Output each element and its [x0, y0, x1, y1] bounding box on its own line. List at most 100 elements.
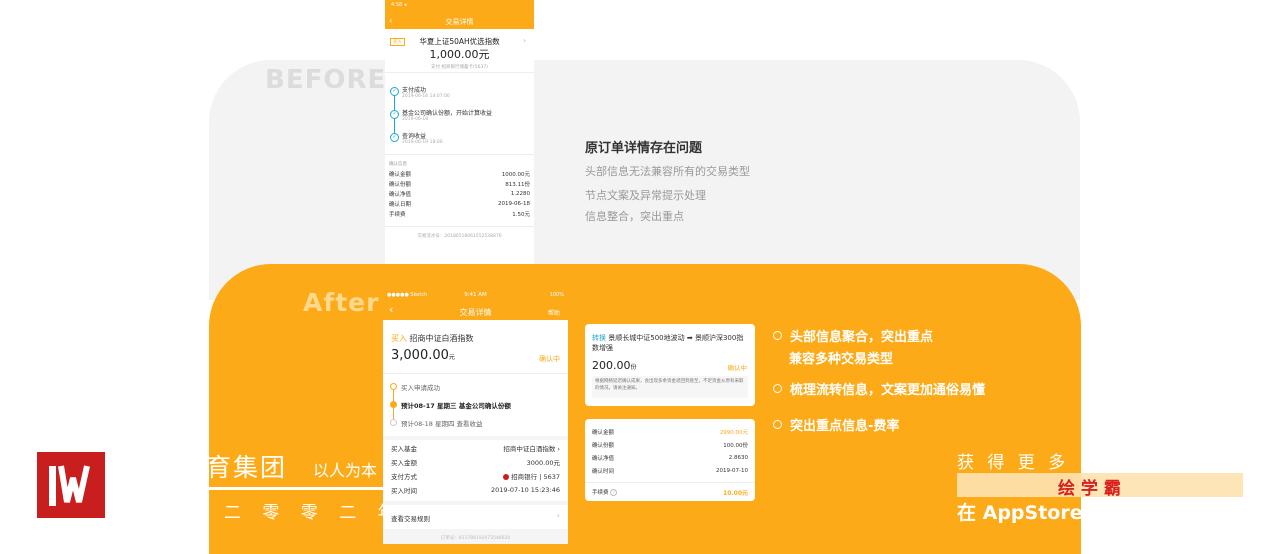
after-point-text-2: 兼容多种交易类型	[789, 352, 894, 367]
status-badge: 确认中	[539, 355, 560, 363]
after-phone: ●●●●● Sketch 9:41 AM 100% ‹ 交易详情 帮助 买入 招…	[383, 291, 568, 544]
conversion-from: 景顺长城中证500地波动	[608, 334, 685, 342]
info-key: 确认份额	[592, 442, 615, 449]
ring-icon	[773, 384, 782, 393]
trade-info-list: 买入基金 招商中证白酒指数 › 买入金额 3000.00元 支付方式 招商银行 | 5…	[383, 441, 568, 497]
payment-method: 招商银行 | 5637	[503, 471, 560, 481]
info-value: 100.00份	[723, 442, 748, 449]
info-row: 买入时间 2019-07-10 15:23:46	[383, 483, 568, 497]
info-row: 确认份额 813.11份	[389, 179, 530, 189]
buy-label: 买入	[391, 334, 407, 343]
before-point: 头部信息无法兼容所有的交易类型	[585, 165, 750, 178]
info-icon[interactable]: ?	[610, 489, 618, 496]
before-point: 节点文案及异常提示处理	[585, 189, 706, 202]
logo-mark-icon	[49, 465, 90, 506]
info-row: 确认日期 2019-06-18	[389, 199, 530, 209]
trade-amount: 3,000.00元	[391, 348, 455, 363]
amount-value: 3,000.00	[391, 348, 449, 363]
timeline-label: 预计08-18 星期四 查看收益	[401, 420, 483, 428]
before-phone: 4:58 ◂ ‹ 交易详情 买入 华夏上证50AH优选指数 › 1,000.00…	[385, 0, 534, 270]
timeline-label: 查询收益	[402, 133, 427, 140]
watermark-brand: 绘 学 霸	[1058, 479, 1121, 499]
watermark-year: 二 零 零 二 年	[224, 503, 403, 523]
brand-logo	[37, 452, 105, 518]
ring-icon	[773, 331, 782, 340]
amount-value: 200.00	[592, 359, 631, 372]
info-value: 2019-06-18	[498, 201, 530, 207]
before-point: 信息整合，突出重点	[585, 210, 684, 223]
info-key: 支付方式	[391, 473, 417, 481]
watermark-rule	[209, 487, 387, 490]
screen-title: 交易详情	[459, 308, 492, 317]
bank-logo-icon	[503, 474, 510, 480]
info-value: 813.11份	[505, 182, 530, 188]
timeline-time: 2019-06-16 14:07:00	[402, 94, 450, 99]
info-value: 1.2280	[510, 191, 530, 197]
after-label: After	[303, 288, 380, 317]
conversion-note: 根据网络延迟确认成果，会出现多余资金退回到盘至，不足资金从原有采取的情况，请关注…	[592, 376, 748, 398]
info-row: 确认金额 2990.00元	[592, 425, 748, 438]
info-row: 确认净值 1.2280	[389, 189, 530, 199]
amount-unit: 份	[630, 364, 637, 371]
conversion-tag: 转换	[592, 334, 606, 342]
info-row[interactable]: 买入基金 招商中证白酒指数 ›	[383, 441, 568, 455]
order-number: 订单号：611788192073546620	[440, 536, 511, 541]
after-point-text: 头部信息聚合，突出重点	[790, 330, 934, 345]
confirm-card: 确认金额 2990.00元 确认份额 100.00份 确认净值 2.8630 确认时间…	[585, 419, 755, 501]
after-point-text: 梳理流转信息，文案更加通俗易懂	[790, 383, 986, 398]
info-row: 确认份额 100.00份	[592, 438, 748, 451]
divider	[385, 72, 534, 73]
timeline-dot	[390, 401, 397, 408]
after-points: 头部信息聚合，突出重点 兼容多种交易类型 梳理流转信息，文案更加通俗易懂 突出重…	[773, 326, 985, 434]
divider	[383, 373, 568, 374]
after-phone-header: ●●●●● Sketch 9:41 AM 100% ‹ 交易详情 帮助	[383, 291, 568, 320]
info-row: 买入金额 3000.00元	[383, 455, 568, 469]
trade-amount: 1,000.00元	[429, 48, 490, 61]
watermark-appstore: 在 AppStore	[957, 502, 1083, 524]
confirm-info-list: 确认金额 1000.00元 确认份额 813.11份 确认净值 1.2280 确认日期…	[389, 169, 530, 219]
timeline-label: 买入申请成功	[401, 384, 440, 392]
divider	[585, 482, 755, 483]
info-row: 确认金额 1000.00元	[389, 169, 530, 179]
info-key: 确认份额	[389, 182, 412, 188]
section-title: 确认信息	[389, 162, 407, 167]
info-row: 支付方式 招商银行 | 5637	[383, 469, 568, 483]
info-value: 2019-07-10	[716, 467, 748, 474]
info-key: 买入基金	[391, 445, 417, 453]
help-link[interactable]: 帮助	[548, 308, 560, 317]
info-value: 招商银行 | 5637	[511, 473, 560, 481]
timeline-time: 2019-06-18	[402, 117, 429, 122]
chevron-right-icon: ›	[556, 511, 560, 520]
conversion-card: 转换 景顺长城中证500地波动 ➡ 景顺沪深300指数增强 200.00份 确认…	[585, 324, 755, 406]
conversion-amount: 200.00份	[592, 359, 637, 372]
info-key: 确认净值	[389, 192, 412, 198]
watermark-get-more: 获 得 更 多	[957, 453, 1070, 473]
info-key: 确认净值	[592, 455, 615, 462]
info-value: 2019-07-10 15:23:46	[490, 486, 560, 494]
check-icon: ✓	[390, 110, 399, 119]
info-key: 确认金额	[592, 429, 615, 436]
info-value: 2.8630	[728, 454, 748, 461]
ring-icon	[773, 420, 782, 429]
divider	[385, 154, 534, 155]
info-key: 买入时间	[391, 487, 417, 495]
info-row: 确认净值 2.8630	[592, 451, 748, 464]
check-icon: ✓	[390, 133, 399, 142]
before-phone-header: 4:58 ◂ ‹ 交易详情	[385, 0, 534, 29]
chevron-right-icon: ›	[523, 36, 527, 45]
timeline-time: 2019-06-19 18:00	[402, 140, 443, 145]
status-battery: 100%	[549, 292, 564, 298]
trade-rules-link[interactable]: 查看交易规则	[391, 513, 430, 523]
check-icon: ✓	[390, 87, 399, 96]
watermark-slogan: 以人为本	[313, 461, 378, 480]
info-value: 1000.00元	[501, 172, 530, 178]
watermark-title: 育集团	[206, 453, 288, 482]
status-time: 9:41 AM	[464, 292, 487, 298]
status-time: 4:58 ◂	[391, 2, 407, 8]
info-value: 3000.00元	[526, 459, 560, 467]
fee-label: 手续费 ?	[592, 488, 618, 496]
timeline-dot	[390, 419, 397, 426]
before-heading: 原订单详情存在问题	[585, 141, 703, 156]
info-key: 买入金额	[391, 459, 417, 467]
conversion-title: 转换 景顺长城中证500地波动 ➡ 景顺沪深300指数增强	[592, 333, 750, 353]
